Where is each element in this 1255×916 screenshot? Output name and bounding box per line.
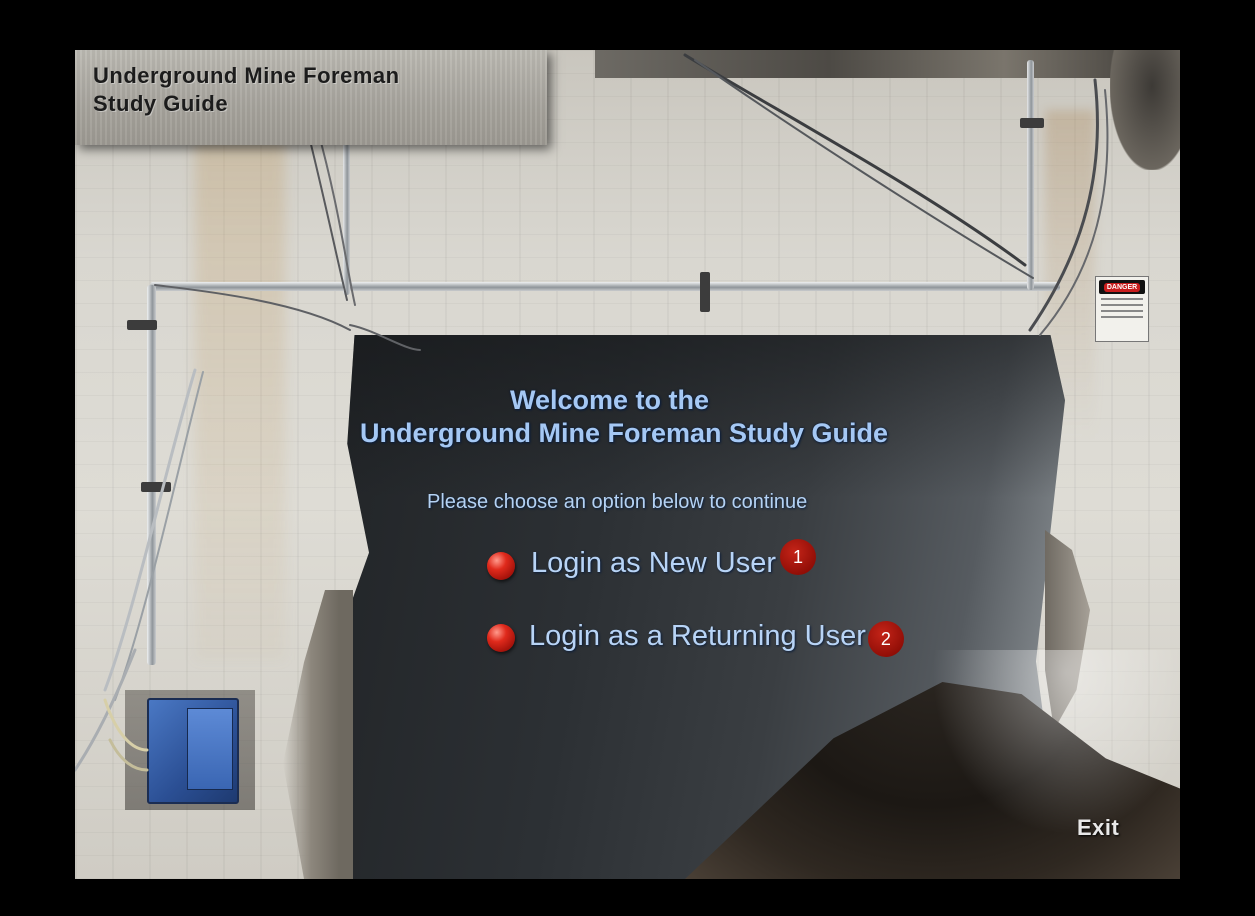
danger-sign-label: DANGER: [1103, 282, 1141, 292]
red-bullet-icon: [487, 624, 515, 652]
app-stage: DANGER Underground Mine Foreman Study Gu…: [75, 50, 1180, 879]
option-number-badge: 1: [780, 539, 816, 575]
red-bullet-icon: [487, 552, 515, 580]
sign-text-line: [1101, 298, 1143, 300]
app-title-line1: Underground Mine Foreman: [93, 63, 400, 88]
welcome-heading: Welcome to the Underground Mine Foreman …: [360, 384, 1060, 450]
instruction-text: Please choose an option below to continu…: [427, 491, 808, 513]
sign-text-line: [1101, 310, 1143, 312]
option-number-badge: 2: [867, 621, 904, 657]
welcome-line2: Underground Mine Foreman Study Guide: [360, 418, 889, 448]
login-new-user-label: Login as New User: [531, 546, 776, 579]
danger-sign: DANGER: [1095, 276, 1149, 342]
danger-sign-header: DANGER: [1099, 280, 1145, 294]
login-returning-user-label: Login as a Returning User: [529, 619, 866, 652]
welcome-line1: Welcome to the: [510, 385, 710, 415]
app-title-line2: Study Guide: [93, 91, 229, 116]
sign-text-line: [1101, 304, 1143, 306]
login-new-user-button[interactable]: Login as New User 1: [487, 539, 816, 580]
sign-text-line: [1101, 316, 1143, 318]
cables: [75, 53, 1109, 772]
exit-button[interactable]: Exit: [1077, 815, 1119, 841]
login-returning-user-button[interactable]: Login as a Returning User 2: [487, 615, 904, 657]
app-title-plate: Underground Mine Foreman Study Guide: [75, 50, 547, 145]
app-title: Underground Mine Foreman Study Guide: [93, 62, 400, 118]
